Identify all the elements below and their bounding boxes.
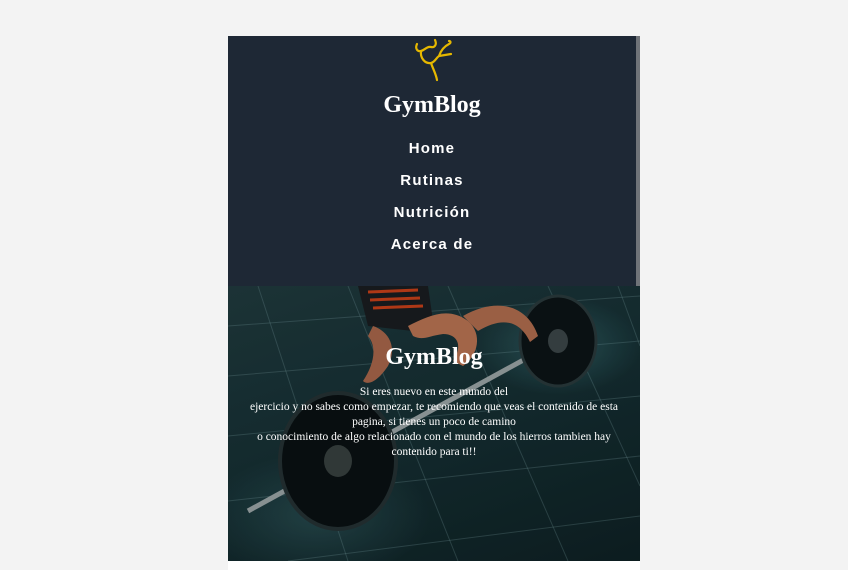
nav-link-home[interactable]: Home [228, 138, 636, 170]
hero-section: GymBlog Si eres nuevo en este mundo del … [228, 286, 640, 561]
hero-text-line: ejercicio y no sabes como empezar, te re… [249, 401, 619, 413]
hero-text-line: o conocimiento de algo relacionado con e… [257, 431, 611, 443]
hero-text-line: pagina, si tienes un poco de camino [352, 416, 516, 428]
nav-link-nutricion[interactable]: Nutrición [228, 202, 636, 234]
page-frame: GymBlog Home Rutinas Nutrición Acerca de [228, 36, 640, 570]
hero-text-line: contenido para ti!! [391, 446, 477, 458]
hero-text-line: Si eres nuevo en este mundo del [359, 386, 509, 398]
flexing-arm-icon[interactable] [411, 36, 455, 86]
main-nav: Home Rutinas Nutrición Acerca de [228, 138, 636, 266]
nav-link-rutinas[interactable]: Rutinas [228, 170, 636, 202]
hero-description: Si eres nuevo en este mundo del ejercici… [236, 385, 632, 460]
nav-link-acerca-de[interactable]: Acerca de [228, 234, 636, 266]
site-title: GymBlog [383, 92, 481, 118]
site-header: GymBlog Home Rutinas Nutrición Acerca de [228, 36, 640, 286]
hero-title: GymBlog [385, 344, 483, 370]
